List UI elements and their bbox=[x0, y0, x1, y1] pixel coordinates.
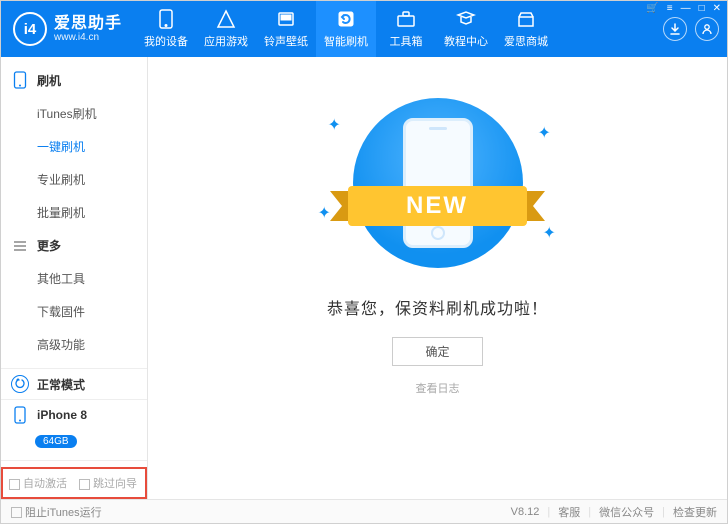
window-close-icon[interactable]: ✕ bbox=[713, 3, 721, 14]
tab-toolbox[interactable]: 工具箱 bbox=[376, 1, 436, 57]
tutorials-icon bbox=[456, 9, 476, 29]
success-illustration: ✦✦✦✦ NEW bbox=[288, 93, 588, 273]
toolbox-icon bbox=[396, 9, 416, 29]
device-name: iPhone 8 bbox=[37, 408, 87, 422]
device-icon bbox=[156, 9, 176, 29]
tab-my-device[interactable]: 我的设备 bbox=[136, 1, 196, 57]
checkbox-block-itunes[interactable]: 阻止iTunes运行 bbox=[11, 504, 102, 520]
sidebar-item-itunes-flash[interactable]: iTunes刷机 bbox=[1, 97, 147, 130]
sidebar-item-other-tools[interactable]: 其他工具 bbox=[1, 262, 147, 295]
download-button[interactable] bbox=[663, 17, 687, 41]
tab-label: 智能刷机 bbox=[324, 33, 368, 49]
app-title: 爱思助手 bbox=[54, 15, 122, 33]
window-menu-icon[interactable]: ≡ bbox=[667, 3, 673, 14]
wechat-link[interactable]: 微信公众号 bbox=[599, 504, 654, 520]
tab-label: 工具箱 bbox=[390, 33, 423, 49]
check-update-link[interactable]: 检查更新 bbox=[673, 504, 717, 520]
phone-icon bbox=[11, 406, 29, 424]
top-nav: 我的设备 应用游戏 铃声壁纸 智能刷机 工具箱 bbox=[136, 1, 556, 57]
tab-apps-games[interactable]: 应用游戏 bbox=[196, 1, 256, 57]
highlighted-options: 自动激活 跳过向导 bbox=[1, 467, 147, 499]
tab-flash[interactable]: 智能刷机 bbox=[316, 1, 376, 57]
device-row[interactable]: iPhone 8 64GB bbox=[11, 400, 137, 454]
app-url: www.i4.cn bbox=[54, 32, 122, 43]
flash-group-icon bbox=[13, 71, 29, 89]
sidebar-group-flash[interactable]: 刷机 bbox=[1, 63, 147, 97]
view-log-link[interactable]: 查看日志 bbox=[416, 380, 460, 396]
tab-label: 铃声壁纸 bbox=[264, 33, 308, 49]
window-basket-icon[interactable]: 🛒 bbox=[646, 3, 658, 14]
logo-icon: i4 bbox=[13, 12, 47, 46]
new-ribbon: NEW bbox=[330, 183, 545, 229]
main-panel: ✦✦✦✦ NEW 恭喜您，保资料刷机成功啦！ 确定 查看日志 bbox=[148, 57, 727, 499]
ok-button[interactable]: 确定 bbox=[392, 337, 482, 366]
tab-label: 我的设备 bbox=[144, 33, 188, 49]
device-storage-badge: 64GB bbox=[35, 435, 77, 448]
account-button[interactable] bbox=[695, 17, 719, 41]
app-logo: i4 爱思助手 www.i4.cn bbox=[1, 12, 136, 46]
tab-ringtones[interactable]: 铃声壁纸 bbox=[256, 1, 316, 57]
group-title: 刷机 bbox=[37, 72, 61, 89]
more-group-icon bbox=[13, 239, 29, 253]
sidebar-item-download-firmware[interactable]: 下载固件 bbox=[1, 295, 147, 328]
version-label: V8.12 bbox=[511, 506, 540, 518]
window-minimize-icon[interactable]: — bbox=[681, 3, 691, 14]
checkbox-skip-wizard[interactable]: 跳过向导 bbox=[79, 475, 137, 491]
device-mode-row[interactable]: 正常模式 bbox=[11, 369, 137, 399]
success-message: 恭喜您，保资料刷机成功啦！ bbox=[327, 295, 548, 319]
mode-icon bbox=[11, 375, 29, 393]
mode-label: 正常模式 bbox=[37, 376, 85, 393]
checkbox-auto-activate[interactable]: 自动激活 bbox=[9, 475, 67, 491]
flash-icon bbox=[336, 9, 356, 29]
tab-store[interactable]: 爱思商城 bbox=[496, 1, 556, 57]
sidebar-item-batch-flash[interactable]: 批量刷机 bbox=[1, 196, 147, 229]
customer-service-link[interactable]: 客服 bbox=[558, 504, 580, 520]
sidebar-item-oneclick-flash[interactable]: 一键刷机 bbox=[1, 130, 147, 163]
ringtones-icon bbox=[276, 9, 296, 29]
status-bar: 阻止iTunes运行 V8.12 | 客服 | 微信公众号 | 检查更新 bbox=[1, 499, 727, 523]
store-icon bbox=[516, 9, 536, 29]
tab-tutorials[interactable]: 教程中心 bbox=[436, 1, 496, 57]
tab-label: 教程中心 bbox=[444, 33, 488, 49]
group-title: 更多 bbox=[37, 237, 61, 254]
app-header: i4 爱思助手 www.i4.cn 我的设备 应用游戏 铃声壁纸 bbox=[1, 1, 727, 57]
sidebar-group-more[interactable]: 更多 bbox=[1, 229, 147, 262]
apps-icon bbox=[216, 9, 236, 29]
tab-label: 爱思商城 bbox=[504, 33, 548, 49]
window-maximize-icon[interactable]: □ bbox=[699, 3, 705, 14]
sidebar: 刷机 iTunes刷机 一键刷机 专业刷机 批量刷机 更多 其他工具 下载固件 … bbox=[1, 57, 148, 499]
sidebar-item-pro-flash[interactable]: 专业刷机 bbox=[1, 163, 147, 196]
sidebar-item-advanced[interactable]: 高级功能 bbox=[1, 328, 147, 361]
tab-label: 应用游戏 bbox=[204, 33, 248, 49]
